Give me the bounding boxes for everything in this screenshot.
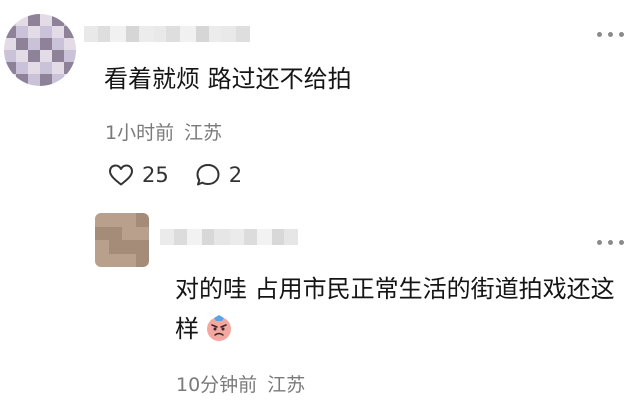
- reply-count: 2: [228, 163, 243, 187]
- comment-meta: 1小时前 江苏: [105, 118, 222, 145]
- avatar[interactable]: [95, 213, 149, 267]
- comment-actions: 25 2: [108, 162, 242, 188]
- comment-text-body: 对的哇 占用市民正常生活的街道拍戏还这样: [175, 275, 615, 343]
- comment-time: 1小时前: [105, 122, 175, 144]
- heart-outline-icon: [109, 164, 133, 186]
- avatar[interactable]: [4, 14, 76, 86]
- speech-bubble-icon: [196, 164, 220, 186]
- comment-meta: 10分钟前 江苏: [176, 370, 305, 397]
- like-button[interactable]: 25: [108, 163, 169, 187]
- username-blurred[interactable]: [160, 229, 298, 245]
- username-blurred[interactable]: [84, 26, 250, 42]
- angry-face-emoji: [207, 315, 231, 341]
- more-dots-icon[interactable]: [597, 240, 624, 245]
- reply-button[interactable]: 2: [195, 162, 242, 188]
- comment-location: 江苏: [184, 122, 223, 144]
- more-dots-icon[interactable]: [597, 32, 624, 37]
- comment-time: 10分钟前: [176, 374, 258, 396]
- comment-text: 对的哇 占用市民正常生活的街道拍戏还这样: [175, 269, 615, 349]
- comment-text: 看着就烦 路过还不给拍: [104, 65, 352, 93]
- like-count: 25: [142, 163, 169, 187]
- comment-thread: 看着就烦 路过还不给拍 1小时前 江苏 25 2 对的哇 占用市民正常生活的街道拍…: [0, 0, 640, 403]
- comment-location: 江苏: [267, 374, 306, 396]
